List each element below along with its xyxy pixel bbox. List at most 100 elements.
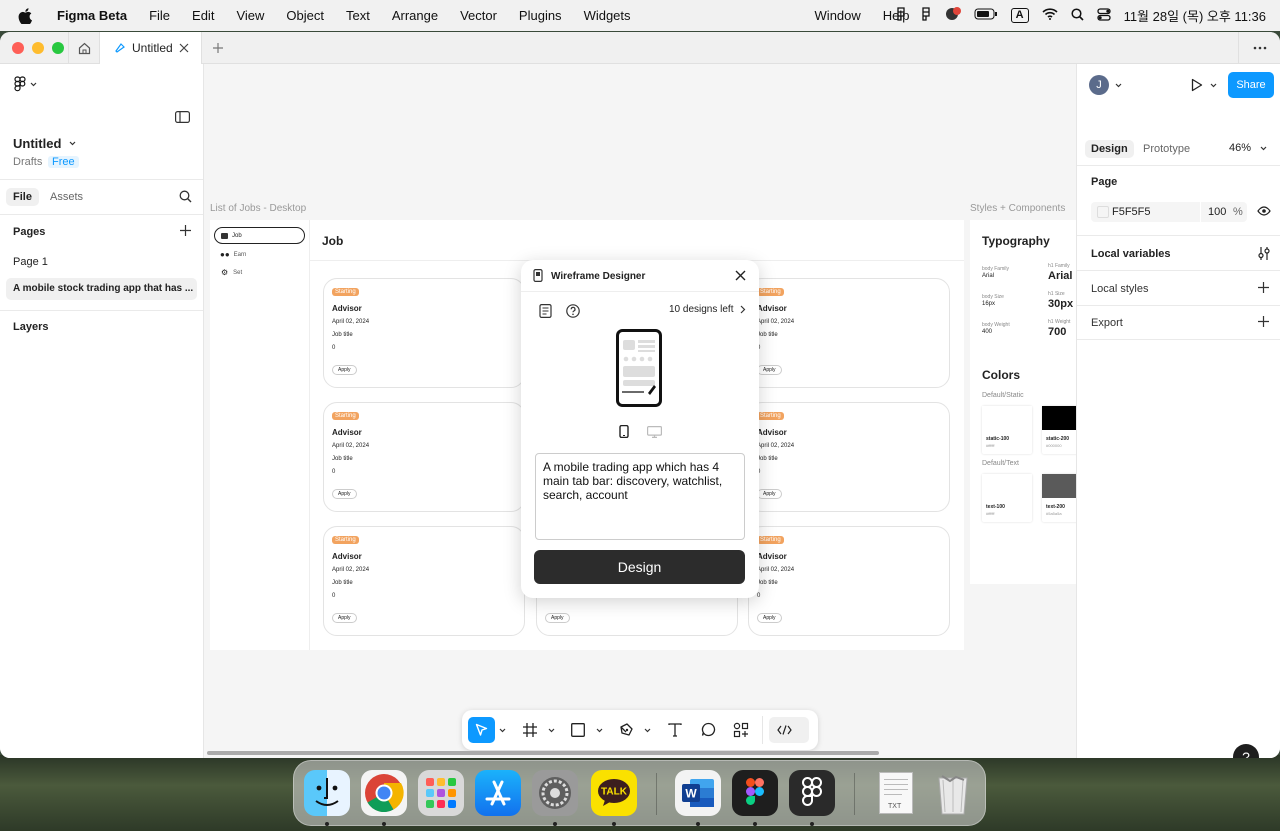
pen-tool-icon[interactable] [619, 722, 634, 737]
chevron-down-icon[interactable] [499, 728, 506, 733]
rectangle-tool-icon[interactable] [571, 723, 585, 737]
tab-assets[interactable]: Assets [50, 191, 83, 203]
close-window-button[interactable] [12, 42, 24, 54]
job-card[interactable]: StartingAdvisorApril 02, 2024Job title0A… [748, 278, 950, 388]
tab-file[interactable]: File [6, 188, 39, 206]
menu-file[interactable]: File [149, 8, 170, 23]
eye-icon[interactable] [1257, 206, 1271, 216]
frame-styles-components[interactable]: Typography body Family Arial h1 Family A… [970, 220, 1076, 584]
apply-button[interactable]: Apply [757, 489, 782, 499]
actions-tool-icon[interactable] [733, 722, 749, 738]
app-store-icon[interactable] [475, 770, 521, 816]
comment-tool-icon[interactable] [701, 722, 716, 737]
launchpad-icon[interactable] [418, 770, 464, 816]
job-card[interactable]: StartingAdvisorApril 02, 2024Job title0A… [323, 402, 525, 512]
more-options-button[interactable] [1238, 32, 1280, 64]
minimize-window-button[interactable] [32, 42, 44, 54]
tab-design[interactable]: Design [1085, 140, 1134, 158]
kakaotalk-icon[interactable]: TALK [591, 770, 637, 816]
close-icon[interactable] [735, 270, 746, 281]
menu-widgets[interactable]: Widgets [584, 8, 631, 23]
color-swatch-card[interactable]: static-200 #000000 [1042, 406, 1076, 454]
help-circle-icon[interactable] [566, 304, 580, 318]
menu-app-name[interactable]: Figma Beta [57, 8, 127, 23]
zoom-dropdown[interactable]: 46% [1229, 142, 1267, 154]
page-opacity[interactable]: 100 [1208, 206, 1226, 218]
drafts-link[interactable]: Drafts [13, 156, 42, 168]
trash-icon[interactable] [930, 770, 976, 816]
nav-item-job[interactable]: Job [214, 227, 305, 244]
menu-plugins[interactable]: Plugins [519, 8, 562, 23]
input-source-indicator[interactable]: A [1010, 8, 1029, 23]
plan-badge[interactable]: Free [48, 156, 79, 168]
add-export-icon[interactable] [1258, 316, 1269, 327]
finder-icon[interactable] [304, 770, 350, 816]
mobile-device-icon[interactable] [619, 425, 629, 438]
toggle-sidebar-icon[interactable] [175, 111, 190, 123]
page-item-selected[interactable]: A mobile stock trading app that has ... [6, 278, 197, 300]
share-button[interactable]: Share [1228, 72, 1274, 98]
apply-button[interactable]: Apply [332, 489, 357, 499]
color-swatch-card[interactable]: static-100 #ffffff [982, 406, 1032, 454]
figma-beta-icon[interactable] [789, 770, 835, 816]
chevron-down-icon[interactable] [596, 728, 603, 733]
apple-icon[interactable] [16, 7, 34, 24]
prompt-textarea[interactable]: A mobile trading app which has 4 main ta… [535, 453, 745, 540]
figma-tray-icon-2[interactable] [920, 7, 932, 24]
menu-edit[interactable]: Edit [192, 8, 214, 23]
word-icon[interactable]: W [675, 770, 721, 816]
job-card[interactable]: StartingAdvisorApril 02, 2024Job title0A… [748, 402, 950, 512]
tab-untitled[interactable]: Untitled [100, 32, 202, 64]
apply-button[interactable]: Apply [332, 365, 357, 375]
help-button[interactable]: ? [1233, 744, 1259, 758]
play-icon[interactable] [1191, 78, 1203, 92]
menu-object[interactable]: Object [286, 8, 324, 23]
apply-button[interactable]: Apply [757, 365, 782, 375]
job-card[interactable]: StartingAdvisorApril 02, 2024Job title0A… [748, 526, 950, 636]
color-swatch-card[interactable]: text-200 #5a5a5a [1042, 474, 1076, 522]
page-color-hex[interactable]: F5F5F5 [1112, 206, 1151, 218]
page-color-field[interactable]: F5F5F5 100 % [1091, 202, 1247, 222]
local-variables-heading[interactable]: Local variables [1091, 248, 1171, 260]
menubar-clock[interactable]: 11월 28일 (목) 오후 11:36 [1124, 6, 1266, 25]
text-document-icon[interactable]: TXT [873, 770, 919, 816]
apply-button[interactable]: Apply [757, 613, 782, 623]
local-styles-heading[interactable]: Local styles [1091, 283, 1148, 295]
nav-item-earn[interactable]: ●● Earn [220, 250, 246, 259]
desktop-device-icon[interactable] [647, 426, 662, 438]
home-tab-button[interactable] [68, 32, 100, 64]
figma-app-icon[interactable] [732, 770, 778, 816]
menu-view[interactable]: View [236, 8, 264, 23]
main-menu-button[interactable] [14, 76, 37, 92]
text-tool-icon[interactable] [668, 723, 682, 737]
add-style-icon[interactable] [1258, 282, 1269, 293]
job-card[interactable]: StartingAdvisorApril 02, 2024Job title0A… [323, 278, 525, 388]
menu-text[interactable]: Text [346, 8, 370, 23]
menu-arrange[interactable]: Arrange [392, 8, 438, 23]
frame-tool-icon[interactable] [523, 723, 537, 737]
menu-window[interactable]: Window [815, 8, 861, 23]
frame-label-styles[interactable]: Styles + Components [970, 203, 1065, 214]
spotlight-search-icon[interactable] [1071, 7, 1084, 24]
export-heading[interactable]: Export [1091, 317, 1123, 329]
add-page-icon[interactable] [180, 225, 191, 236]
design-button[interactable]: Design [534, 550, 745, 584]
zoom-window-button[interactable] [52, 42, 64, 54]
tab-prototype[interactable]: Prototype [1143, 143, 1190, 155]
canvas[interactable]: List of Jobs - Desktop Styles + Componen… [204, 64, 1076, 758]
nav-item-set[interactable]: ⚙ Set [221, 268, 242, 277]
chevron-down-icon[interactable] [644, 728, 651, 733]
horizontal-scrollbar[interactable] [207, 751, 879, 755]
color-swatch[interactable] [1097, 206, 1109, 218]
job-card[interactable]: StartingAdvisorApril 02, 2024Job title0A… [323, 526, 525, 636]
chevron-down-icon[interactable] [1210, 83, 1217, 88]
color-swatch-card[interactable]: text-100 #ffffff [982, 474, 1032, 522]
dev-mode-toggle[interactable] [769, 717, 809, 743]
page-item-page-1[interactable]: Page 1 [13, 256, 48, 268]
chrome-icon[interactable] [361, 770, 407, 816]
chevron-down-icon[interactable] [548, 728, 555, 733]
system-settings-icon[interactable] [532, 770, 578, 816]
battery-icon[interactable] [974, 8, 998, 23]
frame-label-jobs[interactable]: List of Jobs - Desktop [210, 203, 306, 214]
apply-button[interactable]: Apply [332, 613, 357, 623]
